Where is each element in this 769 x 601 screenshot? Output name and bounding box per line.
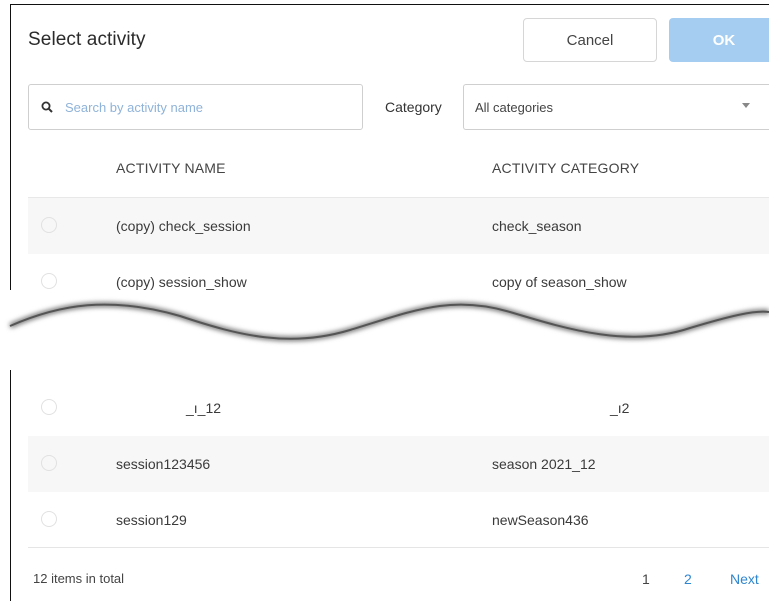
search-field[interactable]: [28, 84, 363, 130]
ok-button[interactable]: OK: [669, 18, 769, 62]
category-selected-value: All categories: [475, 99, 554, 115]
activity-category-cell: season 2021_12: [492, 456, 596, 472]
search-icon: [41, 101, 53, 113]
torn-edge-break: [8, 290, 769, 370]
search-input[interactable]: [63, 91, 337, 123]
activity-category-cell: _ı2: [610, 400, 630, 416]
activity-category-cell: copy of season_show: [492, 274, 627, 290]
activity-name-cell: session129: [116, 512, 187, 528]
table-row[interactable]: session129 newSeason436: [28, 492, 769, 548]
category-select[interactable]: All categories: [463, 84, 769, 130]
table-row[interactable]: (copy) check_session check_season: [28, 198, 769, 254]
chevron-down-icon: [742, 103, 750, 108]
page-2-link[interactable]: 2: [684, 571, 692, 587]
row-radio[interactable]: [41, 273, 57, 289]
row-radio[interactable]: [41, 399, 57, 415]
activity-name-cell: (copy) session_show: [116, 274, 247, 290]
row-radio[interactable]: [41, 217, 57, 233]
table-row[interactable]: _ı_12 _ı2: [28, 380, 769, 436]
next-page-link[interactable]: Next: [730, 571, 759, 587]
row-radio[interactable]: [41, 455, 57, 471]
column-header-activity-category: ACTIVITY CATEGORY: [492, 160, 640, 176]
activity-category-cell: check_season: [492, 218, 582, 234]
table-row[interactable]: session123456 season 2021_12: [28, 436, 769, 492]
footer-divider: [28, 547, 769, 548]
activity-category-cell: newSeason436: [492, 512, 589, 528]
items-total: 12 items in total: [33, 571, 125, 586]
activity-name-cell: (copy) check_session: [116, 218, 251, 234]
column-header-activity-name: ACTIVITY NAME: [116, 160, 226, 176]
activity-name-cell: session123456: [116, 456, 211, 472]
cancel-button[interactable]: Cancel: [523, 18, 657, 62]
dialog-title: Select activity: [28, 29, 146, 50]
row-radio[interactable]: [41, 511, 57, 527]
activity-name-cell: _ı_12: [186, 400, 222, 416]
page-1-link[interactable]: 1: [642, 571, 650, 587]
category-label: Category: [385, 99, 442, 115]
